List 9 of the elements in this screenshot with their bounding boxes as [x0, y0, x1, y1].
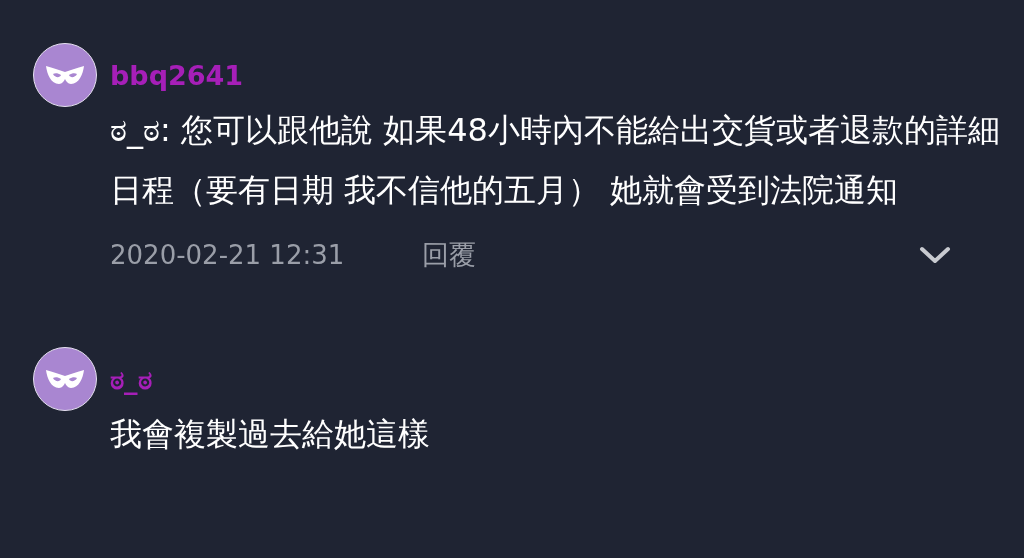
chevron-down-icon[interactable]: [919, 245, 951, 265]
comment-text: 我會複製過去給她這樣: [110, 414, 431, 455]
username[interactable]: ಠ_ಠ: [110, 362, 1004, 398]
reply-button[interactable]: 回覆: [422, 234, 477, 276]
username[interactable]: bbq2641: [110, 58, 1004, 94]
timestamp: 2020-02-21 12:31: [110, 238, 345, 272]
mask-icon: [45, 368, 85, 390]
mask-icon: [45, 64, 85, 86]
comment-text: ಠ_ಠ: 您可以跟他說 如果48小時內不能給出交貨或者退款的詳細日程（要有日期 我不信他的五月） 她就會受到法院通知: [110, 110, 1000, 211]
